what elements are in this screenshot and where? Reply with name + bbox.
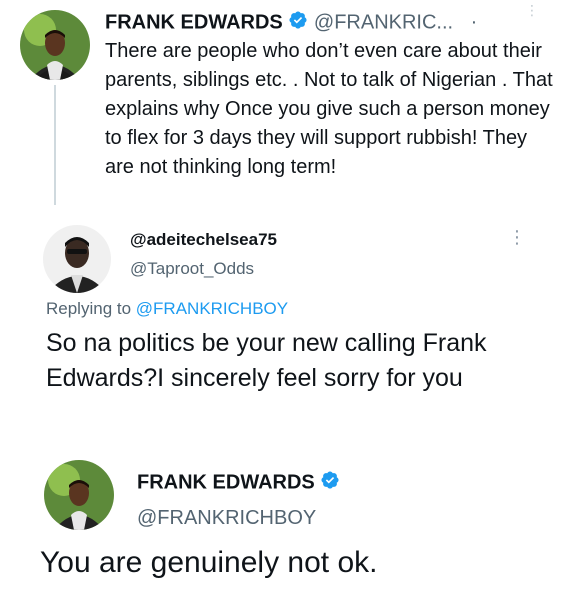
tweet2-author-handle[interactable]: @FRANKRICHBOY	[137, 506, 316, 530]
tweet1-author-handle[interactable]: @FRANKRIC...	[314, 11, 453, 33]
adeitechelsea-avatar[interactable]	[43, 225, 111, 293]
tweet1-header: FRANK EDWARDS @FRANKRIC... ·	[105, 10, 477, 36]
tweet2-author-name[interactable]: FRANK EDWARDS	[137, 471, 315, 493]
verified-badge-icon	[288, 10, 308, 36]
tweet1-top-dots-icon[interactable]: ⋮	[525, 2, 555, 26]
tweet1-separator: ·	[470, 11, 478, 34]
thread-line	[54, 85, 56, 205]
frank-edwards-avatar-2[interactable]	[44, 460, 114, 530]
reply-author-handle[interactable]: @Taproot_Odds	[130, 258, 254, 280]
tweet1-text: There are people who don’t even care abo…	[105, 40, 553, 178]
frank-edwards-avatar[interactable]	[20, 10, 90, 80]
replying-to-prefix: Replying to	[46, 299, 136, 318]
replying-to-link[interactable]: @FRANKRICHBOY	[136, 299, 288, 318]
more-options-icon[interactable]: ⋮	[508, 227, 526, 251]
reply-text: So na politics be your new calling Frank…	[46, 329, 487, 392]
verified-badge-icon	[320, 470, 340, 496]
reply-author-name[interactable]: @adeitechelsea75	[130, 229, 277, 251]
tweet2-text: You are genuinely not ok.	[40, 546, 378, 579]
tweet2-header: FRANK EDWARDS	[137, 470, 340, 496]
replying-to-line: Replying to @FRANKRICHBOY	[46, 298, 288, 320]
tweet1-author-name[interactable]: FRANK EDWARDS	[105, 11, 283, 33]
